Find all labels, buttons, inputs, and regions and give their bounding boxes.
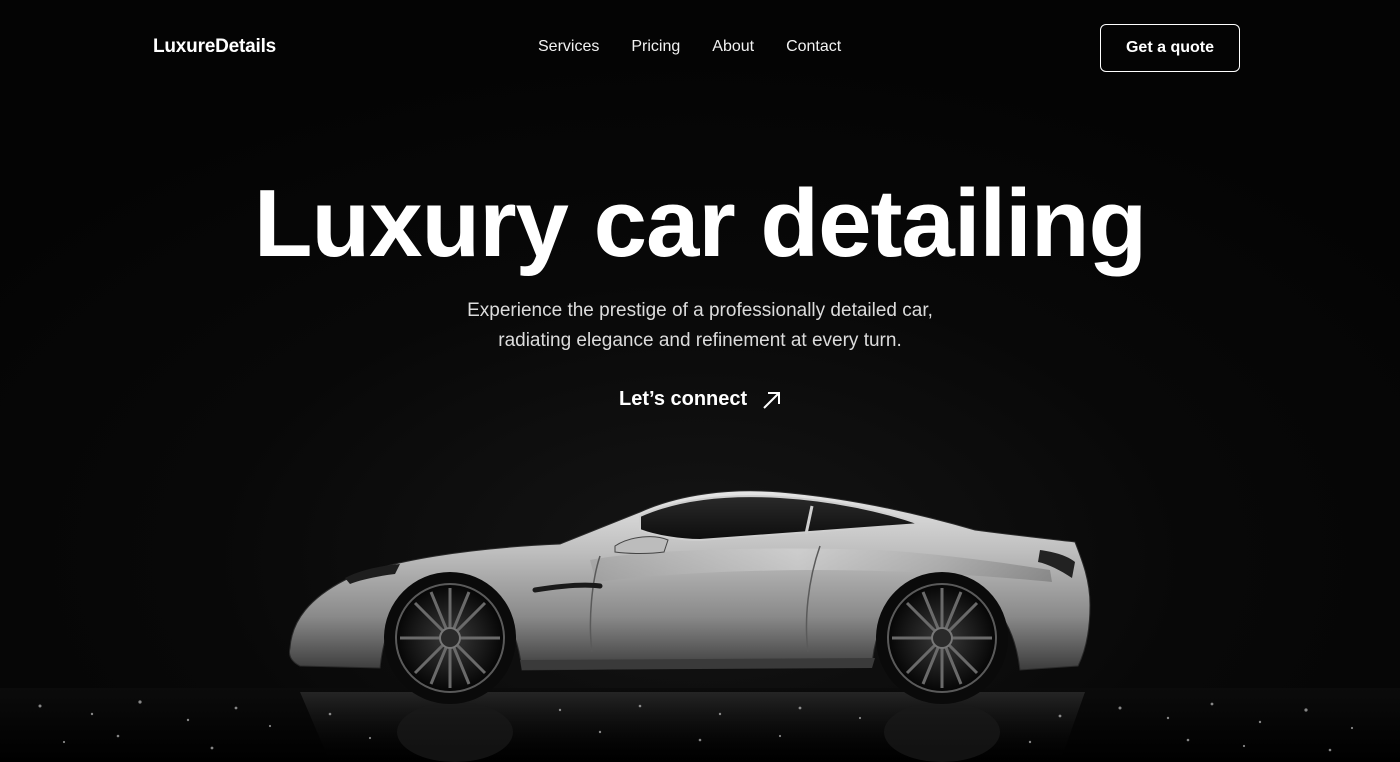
page: LuxureDetails Services Pricing About Con…	[0, 0, 1400, 762]
rear-wheel	[876, 572, 1008, 704]
nav-links: Services Pricing About Contact	[538, 38, 841, 56]
nav-link-pricing[interactable]: Pricing	[631, 38, 680, 56]
hero-title: Luxury car detailing	[253, 170, 1147, 277]
car-image	[0, 470, 1400, 762]
get-a-quote-button[interactable]: Get a quote	[1100, 24, 1240, 72]
lets-connect-link[interactable]: Let’s connect	[619, 388, 783, 411]
hero-subtitle-line-1: Experience the prestige of a professiona…	[467, 300, 933, 321]
top-nav: LuxureDetails Services Pricing About Con…	[0, 0, 1400, 96]
lets-connect-label: Let’s connect	[619, 388, 748, 410]
nav-link-contact[interactable]: Contact	[786, 38, 841, 56]
arrow-up-right-icon	[763, 391, 781, 409]
front-wheel	[384, 572, 516, 704]
hero-subtitle-line-2: radiating elegance and refinement at eve…	[498, 330, 902, 351]
hero-subtitle: Experience the prestige of a professiona…	[0, 296, 1400, 356]
brand-logo[interactable]: LuxureDetails	[153, 36, 276, 58]
nav-link-about[interactable]: About	[712, 38, 754, 56]
nav-link-services[interactable]: Services	[538, 38, 599, 56]
sports-car-illustration	[0, 490, 1400, 762]
